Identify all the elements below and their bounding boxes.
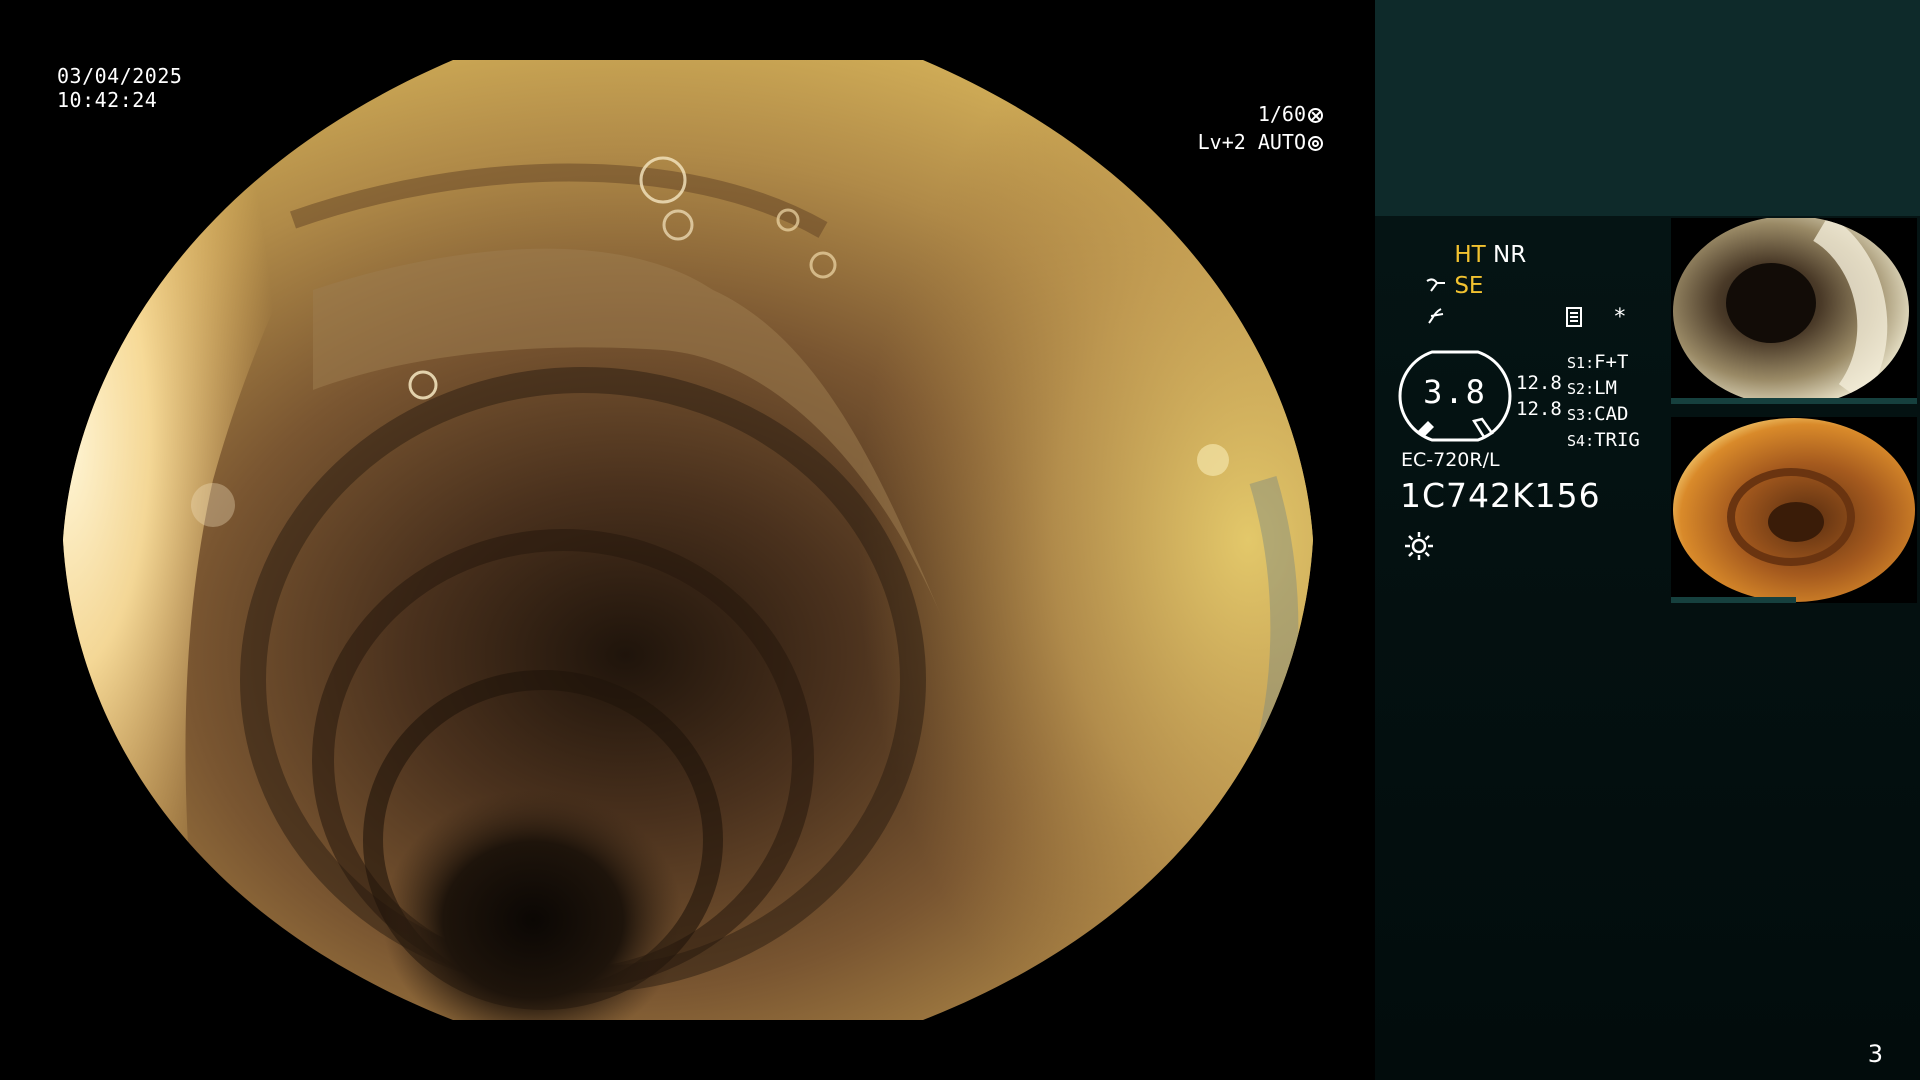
gauge-value: 3.8 (1423, 373, 1487, 411)
captured-image-thumbnail-2[interactable] (1671, 417, 1917, 603)
gauge-sub-top: 12.8 (1516, 372, 1562, 394)
info-panel: HT NR SE * 3.8 12.8 12.8 S1:F+T S2:LM S3… (1375, 0, 1920, 1080)
endoscopic-image (63, 60, 1313, 1020)
captured-image-thumbnail-1[interactable] (1671, 218, 1917, 404)
time-text: 10:42:24 (57, 88, 158, 112)
image-mode-status: HT NR SE (1425, 240, 1526, 333)
endoscope-main-view: 03/04/2025 10:42:24 1/60 Lv+2 AUTO (0, 0, 1375, 1080)
thumbnail-image (1671, 218, 1917, 404)
enhancement-level-text: Lv+2 AUTO (1197, 130, 1306, 154)
thumbnail-progress-bar (1671, 398, 1917, 404)
ht-indicator: HT (1454, 242, 1486, 268)
preset-icons: * (1566, 305, 1627, 330)
thumbnail-image (1671, 417, 1917, 603)
nr-indicator: NR (1492, 242, 1527, 268)
switch-row: S2:LM (1567, 377, 1617, 399)
se-indicator: SE (1454, 273, 1484, 299)
switch-row: S4:TRIG (1567, 429, 1640, 451)
scope-serial: 1C742K156 (1400, 476, 1601, 515)
thumbnail-progress-bar (1671, 597, 1796, 603)
exposure-settings: 1/60 Lv+2 AUTO (1198, 100, 1323, 156)
scope-model: EC-720R/L (1401, 449, 1500, 471)
scope-switch-assignments: S1:F+T S2:LM S3:CAD S4:TRIG (1567, 350, 1640, 454)
page-number: 3 (1867, 1040, 1883, 1068)
gauge-sub-bottom: 12.8 (1516, 398, 1562, 420)
enhancement-icon (1426, 278, 1445, 292)
shutter-speed-text: 1/60 (1257, 102, 1306, 126)
switch-row: S1:F+T (1567, 351, 1629, 373)
menu-icon[interactable] (1566, 307, 1582, 327)
star-marker: * (1613, 305, 1627, 330)
date-time-display: 03/04/2025 10:42:24 (57, 64, 182, 112)
switch-row: S3:CAD (1567, 403, 1629, 425)
freeze-icon (1428, 308, 1444, 324)
gauge-sub-values: 12.8 12.8 (1516, 370, 1562, 422)
auto-iris-icon (1308, 136, 1323, 151)
light-source-icon (1405, 532, 1433, 560)
date-text: 03/04/2025 (57, 64, 183, 88)
shutter-icon (1308, 108, 1323, 123)
